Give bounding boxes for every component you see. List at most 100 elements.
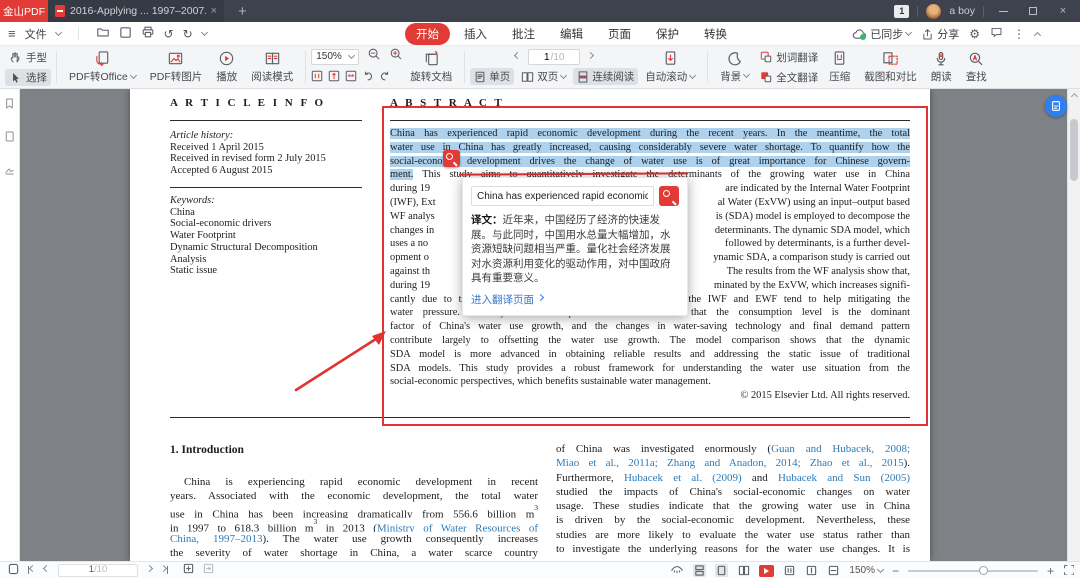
notification-badge[interactable]: 1 — [894, 5, 909, 18]
word-translate-button[interactable]: 划词翻译 — [756, 49, 822, 66]
zoom-in-button[interactable]: + — [1047, 564, 1054, 578]
convert-floating-button[interactable] — [1045, 95, 1067, 117]
thumbnails-icon[interactable] — [3, 130, 16, 148]
citation-link[interactable]: China, 1997–2013 — [170, 533, 262, 545]
menu-tab-编辑[interactable]: 编辑 — [549, 23, 594, 45]
save-button[interactable] — [119, 26, 132, 42]
zoom-out-button[interactable]: − — [892, 564, 899, 578]
page-panel-icon[interactable] — [8, 563, 19, 578]
rotate-left-button[interactable] — [362, 69, 374, 87]
open-translation-page-link[interactable]: 进入翻译页面 — [471, 292, 679, 307]
full-translate-button[interactable]: 全文翻译 — [756, 69, 822, 86]
citation-link[interactable]: Hubacek et al. (2009) — [624, 472, 742, 484]
read-aloud-button[interactable]: 朗读 — [924, 49, 959, 86]
statusbar-page-input[interactable]: 1/10 — [58, 564, 138, 577]
zoom-slider-handle[interactable] — [979, 566, 988, 575]
hand-tool-button[interactable]: 手型 — [5, 49, 51, 66]
scrollbar-thumb[interactable] — [1070, 119, 1078, 181]
double-page-view-button[interactable] — [737, 564, 750, 577]
compress-button[interactable]: 压缩 — [822, 48, 857, 86]
tab-close-icon[interactable]: × — [211, 6, 217, 17]
last-page-button[interactable] — [161, 566, 168, 574]
undo-icon[interactable]: ↺ — [164, 27, 174, 41]
zoom-level-input[interactable]: 150% — [311, 49, 359, 65]
select-tool-button[interactable]: 选择 — [5, 69, 51, 86]
file-menu[interactable]: 文件 — [25, 26, 47, 42]
insert-page-icon[interactable] — [183, 563, 194, 577]
next-page-icon[interactable] — [587, 52, 594, 59]
background-button[interactable]: 背景 — [713, 49, 756, 86]
citation-link[interactable]: Miao et al., 2011a; Zhang and Anadon, 20… — [556, 457, 904, 469]
screenshot-compare-button[interactable]: 截图和对比 — [857, 48, 924, 86]
fit-page-button[interactable] — [328, 69, 340, 87]
app-logo[interactable]: 金山PDF — [0, 0, 48, 22]
fit-page-button[interactable] — [805, 564, 818, 577]
first-page-button[interactable] — [28, 566, 35, 574]
citation-link[interactable]: Ministry of Water Resources of — [377, 523, 538, 533]
double-page-mode-button[interactable]: 双页 — [517, 68, 570, 85]
more-actions-chevron-icon[interactable] — [201, 28, 208, 35]
zoom-in-button[interactable] — [389, 47, 403, 66]
fit-width-button[interactable] — [827, 564, 840, 577]
more-menu-icon[interactable]: ⋮ — [1013, 27, 1025, 41]
print-button[interactable] — [141, 25, 155, 42]
rotate-right-button[interactable] — [379, 69, 391, 87]
autoplay-button[interactable] — [759, 565, 774, 577]
statusbar-zoom-select[interactable]: 150% — [849, 565, 883, 576]
close-button[interactable]: × — [1052, 0, 1074, 22]
menu-tab-转换[interactable]: 转换 — [693, 23, 738, 45]
citation-link[interactable]: Guan and Hubacek, 2008; — [771, 443, 910, 455]
translation-query-input[interactable] — [471, 186, 654, 206]
document-tab[interactable]: 2016-Applying ... 1997–2007.pdf × — [48, 0, 224, 22]
auto-scroll-button[interactable]: 自动滚动 — [638, 48, 702, 86]
feedback-comment-icon[interactable] — [990, 26, 1003, 42]
collapse-ribbon-icon[interactable] — [1034, 31, 1041, 38]
maximize-button[interactable] — [1022, 0, 1044, 22]
menu-tab-插入[interactable]: 插入 — [453, 23, 498, 45]
reading-mode-button[interactable]: 阅读模式 — [244, 48, 300, 86]
selection-search-button[interactable] — [443, 150, 460, 167]
citation-link[interactable]: Hubacek and Sun (2005) — [778, 472, 910, 484]
pdf-to-image-button[interactable]: PDF转图片 — [143, 48, 210, 86]
settings-gear-icon[interactable]: ⚙ — [969, 27, 980, 41]
zoom-out-button[interactable] — [367, 47, 381, 66]
menu-tab-保护[interactable]: 保护 — [645, 23, 690, 45]
eye-protection-icon[interactable] — [670, 563, 684, 578]
chevron-down-icon[interactable] — [55, 28, 62, 35]
continuous-view-button[interactable] — [693, 564, 706, 577]
menu-tab-开始[interactable]: 开始 — [405, 23, 450, 45]
user-avatar[interactable] — [926, 4, 941, 19]
next-page-button[interactable] — [146, 565, 153, 572]
share-button[interactable]: 分享 — [921, 26, 959, 42]
vertical-scrollbar[interactable] — [1067, 89, 1080, 561]
single-page-view-button[interactable] — [715, 564, 728, 577]
fit-width-button[interactable] — [345, 69, 357, 87]
new-tab-button[interactable]: + — [238, 3, 247, 20]
extract-page-icon[interactable] — [203, 563, 214, 577]
sync-status[interactable]: 已同步 — [852, 26, 911, 42]
actual-size-button[interactable] — [311, 69, 323, 87]
bookmarks-icon[interactable] — [3, 97, 16, 115]
previous-page-icon[interactable] — [514, 52, 521, 59]
pdf-to-office-button[interactable]: PDF转Office — [62, 48, 143, 86]
minimize-button[interactable] — [992, 0, 1014, 22]
single-page-mode-button[interactable]: 单页 — [470, 68, 514, 85]
user-name[interactable]: a boy — [949, 5, 975, 17]
zoom-slider[interactable] — [908, 570, 1038, 572]
hamburger-icon[interactable]: ≡ — [8, 26, 16, 41]
menu-tab-批注[interactable]: 批注 — [501, 23, 546, 45]
page-number-input[interactable]: 1/10 — [528, 49, 580, 65]
menu-tab-页面[interactable]: 页面 — [597, 23, 642, 45]
redo-icon[interactable]: ↻ — [183, 27, 193, 41]
scroll-up-icon[interactable] — [1071, 93, 1078, 100]
actual-size-button[interactable] — [783, 564, 796, 577]
play-button[interactable]: 播放 — [209, 48, 244, 86]
annotation-icon[interactable] — [3, 163, 16, 181]
continuous-mode-button[interactable]: 连续阅读 — [573, 68, 638, 85]
previous-page-button[interactable] — [43, 565, 50, 572]
fullscreen-icon[interactable] — [1063, 564, 1074, 578]
find-button[interactable]: 查找 — [959, 49, 994, 86]
rotate-document-button[interactable]: 旋转文档 — [403, 48, 459, 86]
open-file-button[interactable] — [96, 25, 110, 42]
popup-search-button[interactable] — [659, 186, 679, 206]
